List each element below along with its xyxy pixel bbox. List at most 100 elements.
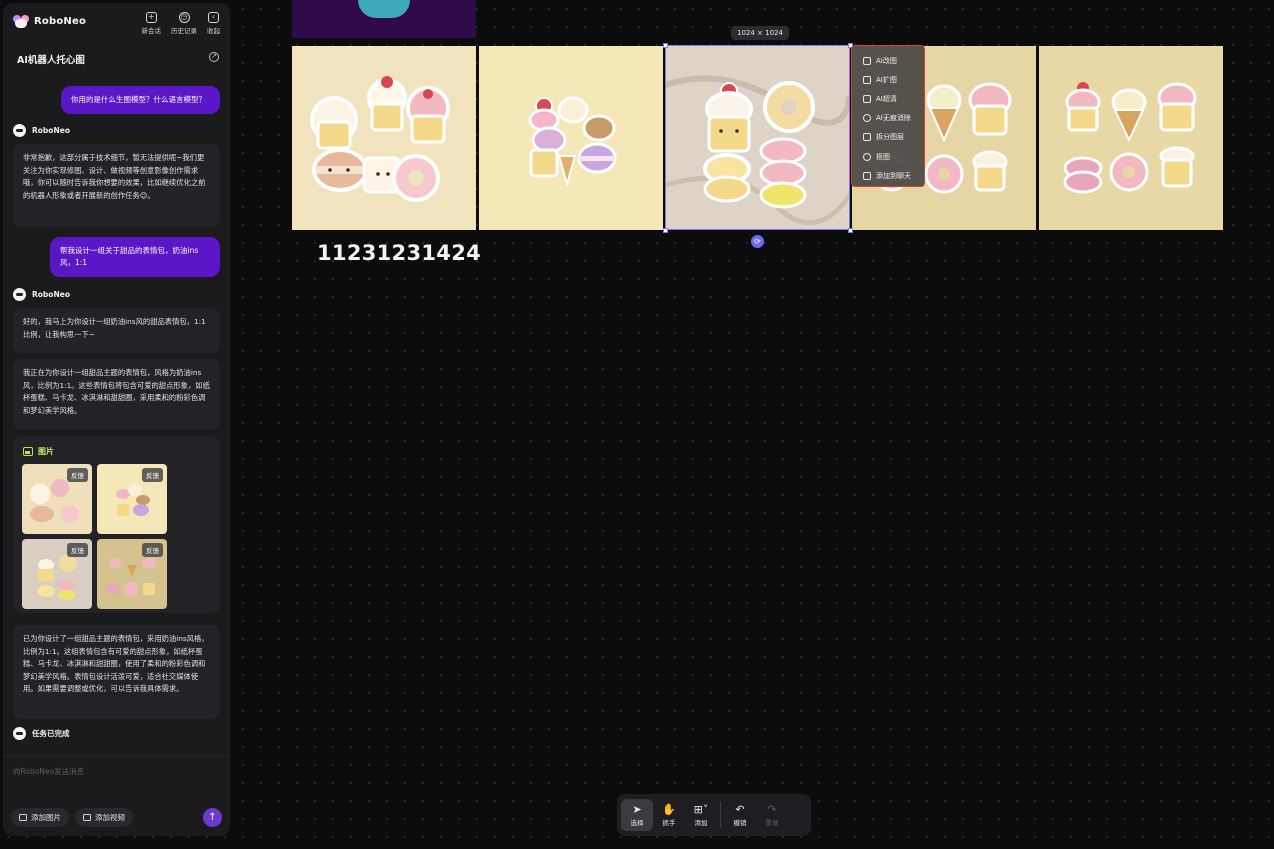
result-thumbnail[interactable]: 反馈 [97, 539, 167, 609]
collapse-label: 收起 [207, 27, 220, 35]
bot-header: RoboNeo [13, 288, 70, 301]
sidebar-header: RoboNeo + 新会话 ◷ 历史记录 ‹ 收起 [3, 3, 230, 43]
history-icon: ◷ [178, 12, 190, 23]
result-thumbnail[interactable]: 反馈 [22, 539, 92, 609]
hd-icon [863, 94, 871, 103]
share-icon[interactable]: ↗ [209, 52, 219, 62]
arrow-up-icon: ↑ [208, 812, 217, 823]
resize-handle-top-left[interactable] [663, 43, 668, 48]
undo-button[interactable]: ↶ 撤销 [724, 799, 756, 831]
image-size-tag: 1024 × 1024 [731, 26, 789, 40]
menu-item-ai-expand[interactable]: AI扩图 [852, 70, 924, 89]
feedback-badge[interactable]: 反馈 [67, 468, 88, 482]
dessert-stickers-art [1063, 82, 1197, 194]
new-chat-label: 新会话 [141, 27, 162, 35]
task-complete-status: 任务已完成 [13, 727, 70, 740]
resize-handle-bottom-right[interactable] [848, 228, 853, 233]
image-context-menu: AI改图 AI扩图 AI超清 AI无痕消除 拆分图层 抠图 添加到聊天 [851, 45, 925, 187]
select-label: 选择 [630, 818, 644, 827]
dessert-stickers-art [310, 76, 450, 202]
message-input[interactable]: 向RoboNeo发送消息 [13, 766, 84, 777]
canvas-image-1[interactable] [292, 46, 476, 230]
menu-item-ai-hd[interactable]: AI超清 [852, 89, 924, 108]
bot-message: 已为你设计了一组甜品主题的表情包，采用奶油ins风格，比例为1:1。这组表情包含… [13, 625, 220, 719]
new-chat-icon: + [145, 12, 157, 23]
add-image-button[interactable]: 添加图片 [11, 808, 69, 827]
bot-name: RoboNeo [32, 126, 70, 135]
menu-item-label: AI改图 [876, 56, 897, 65]
menu-item-cutout[interactable]: 抠图 [852, 147, 924, 166]
menu-item-ai-erase[interactable]: AI无痕消除 [852, 109, 924, 128]
add-image-label: 添加图片 [31, 813, 61, 822]
image-icon [19, 814, 27, 821]
add-video-button[interactable]: 添加视频 [75, 808, 133, 827]
hand-tool-button[interactable]: ✋ 抓手 [653, 799, 685, 831]
dessert-stickers-art [665, 75, 850, 226]
feedback-badge[interactable]: 反馈 [142, 543, 163, 557]
edit-image-icon [863, 56, 871, 65]
resize-handle-bottom-left[interactable] [663, 228, 668, 233]
result-thumbnail[interactable]: 反馈 [97, 464, 167, 534]
composer-divider [3, 755, 230, 756]
add-button[interactable]: ⊞˅ 添加 [685, 799, 717, 831]
feedback-badge[interactable]: 反馈 [67, 543, 88, 557]
rotate-icon[interactable]: ⟳ [751, 235, 764, 248]
menu-item-label: AI无痕消除 [876, 114, 911, 123]
send-button[interactable]: ↑ [203, 808, 222, 827]
feedback-badge[interactable]: 反馈 [142, 468, 163, 482]
bot-message: 好的，我马上为你设计一组奶油ins风的甜品表情包，1:1比例，让我构思一下~ [13, 308, 220, 353]
logo-icon [13, 15, 29, 28]
chat-sidebar: RoboNeo + 新会话 ◷ 历史记录 ‹ 收起 AI机器人托心图 ↗ 你用的是什么… [3, 3, 230, 836]
canvas-image-5[interactable] [1039, 46, 1223, 230]
image-icon [23, 447, 33, 456]
toolbar-divider [720, 802, 721, 828]
history-button[interactable]: ◷ 历史记录 [171, 12, 197, 35]
bot-message: 我正在为你设计一组甜品主题的表情包，风格为奶油ins风，比例为1:1。这些表情包… [13, 359, 220, 430]
menu-item-label: 拆分图层 [876, 133, 904, 142]
menu-item-split-layers[interactable]: 拆分图层 [852, 128, 924, 147]
bot-name: RoboNeo [32, 290, 70, 299]
brand-logo: RoboNeo [13, 15, 86, 28]
image-card-header: 图片 [23, 446, 54, 457]
result-thumbnail[interactable]: 反馈 [22, 464, 92, 534]
cutout-icon [863, 152, 871, 161]
robot-figure [358, 0, 410, 18]
menu-item-label: 添加到聊天 [876, 171, 911, 180]
user-message: 帮我设计一组关于甜品的表情包，奶油ins风，1:1 [50, 237, 220, 277]
collapse-icon: ‹ [208, 12, 219, 23]
undo-icon: ↶ [735, 802, 745, 816]
bot-avatar [13, 288, 26, 301]
task-complete-label: 任务已完成 [32, 729, 70, 738]
layers-icon [863, 133, 871, 142]
canvas-image-2[interactable] [479, 46, 663, 230]
conversation-title: AI机器人托心图 [17, 55, 85, 66]
redo-label: 重做 [765, 818, 779, 827]
add-video-label: 添加视频 [95, 813, 125, 822]
redo-button[interactable]: ↷ 重做 [756, 799, 788, 831]
bot-avatar [13, 727, 26, 740]
undo-label: 撤销 [733, 818, 747, 827]
add-label: 添加 [694, 818, 708, 827]
hand-label: 抓手 [662, 818, 676, 827]
user-message: 你用的是什么生图模型？什么语言模型？ [61, 86, 220, 114]
canvas-text-layer[interactable]: 11231231424 [317, 241, 481, 265]
canvas-image-partial[interactable] [292, 0, 476, 38]
menu-item-label: AI扩图 [876, 75, 897, 84]
bot-avatar [13, 124, 26, 137]
collapse-button[interactable]: ‹ 收起 [207, 12, 220, 35]
redo-icon: ↷ [767, 802, 777, 816]
menu-item-ai-edit[interactable]: AI改图 [852, 51, 924, 70]
dessert-stickers-art [528, 96, 617, 188]
menu-item-label: AI超清 [876, 94, 897, 103]
bot-message: 非常抱歉，这部分属于技术细节，暂无法提供呢~我们更关注为你实现修图、设计、做视频… [13, 144, 220, 227]
menu-item-add-to-chat[interactable]: 添加到聊天 [852, 166, 924, 185]
history-label: 历史记录 [171, 27, 197, 35]
canvas-image-3-selected[interactable] [665, 45, 850, 230]
select-tool-button[interactable]: ➤ 选择 [621, 799, 653, 831]
new-chat-button[interactable]: + 新会话 [141, 12, 162, 35]
hand-icon: ✋ [662, 802, 676, 816]
add-icon: ⊞˅ [693, 802, 709, 816]
brand-name: RoboNeo [34, 16, 87, 27]
cursor-icon: ➤ [632, 802, 642, 816]
add-to-chat-icon [863, 171, 871, 180]
